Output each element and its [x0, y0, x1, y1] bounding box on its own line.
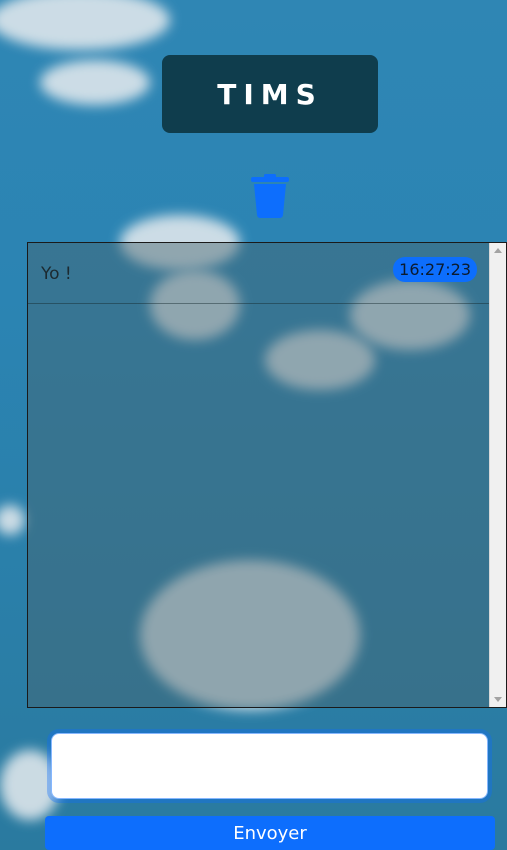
message-timestamp: 16:27:23 [393, 257, 477, 282]
scroll-up-icon[interactable] [494, 248, 502, 253]
chat-scrollbar[interactable] [489, 243, 506, 707]
message-text: Yo ! [41, 264, 72, 284]
message-row: Yo ! 16:27:23 [28, 243, 490, 304]
message-input-wrapper [51, 733, 488, 799]
chat-window[interactable]: Yo ! 16:27:23 [27, 242, 507, 708]
scroll-down-icon[interactable] [494, 697, 502, 702]
send-button[interactable]: Envoyer [45, 816, 495, 850]
trash-icon[interactable] [251, 174, 289, 218]
message-input[interactable] [51, 733, 488, 799]
app-title: TIMS [217, 77, 323, 111]
app-title-box: TIMS [162, 55, 378, 133]
